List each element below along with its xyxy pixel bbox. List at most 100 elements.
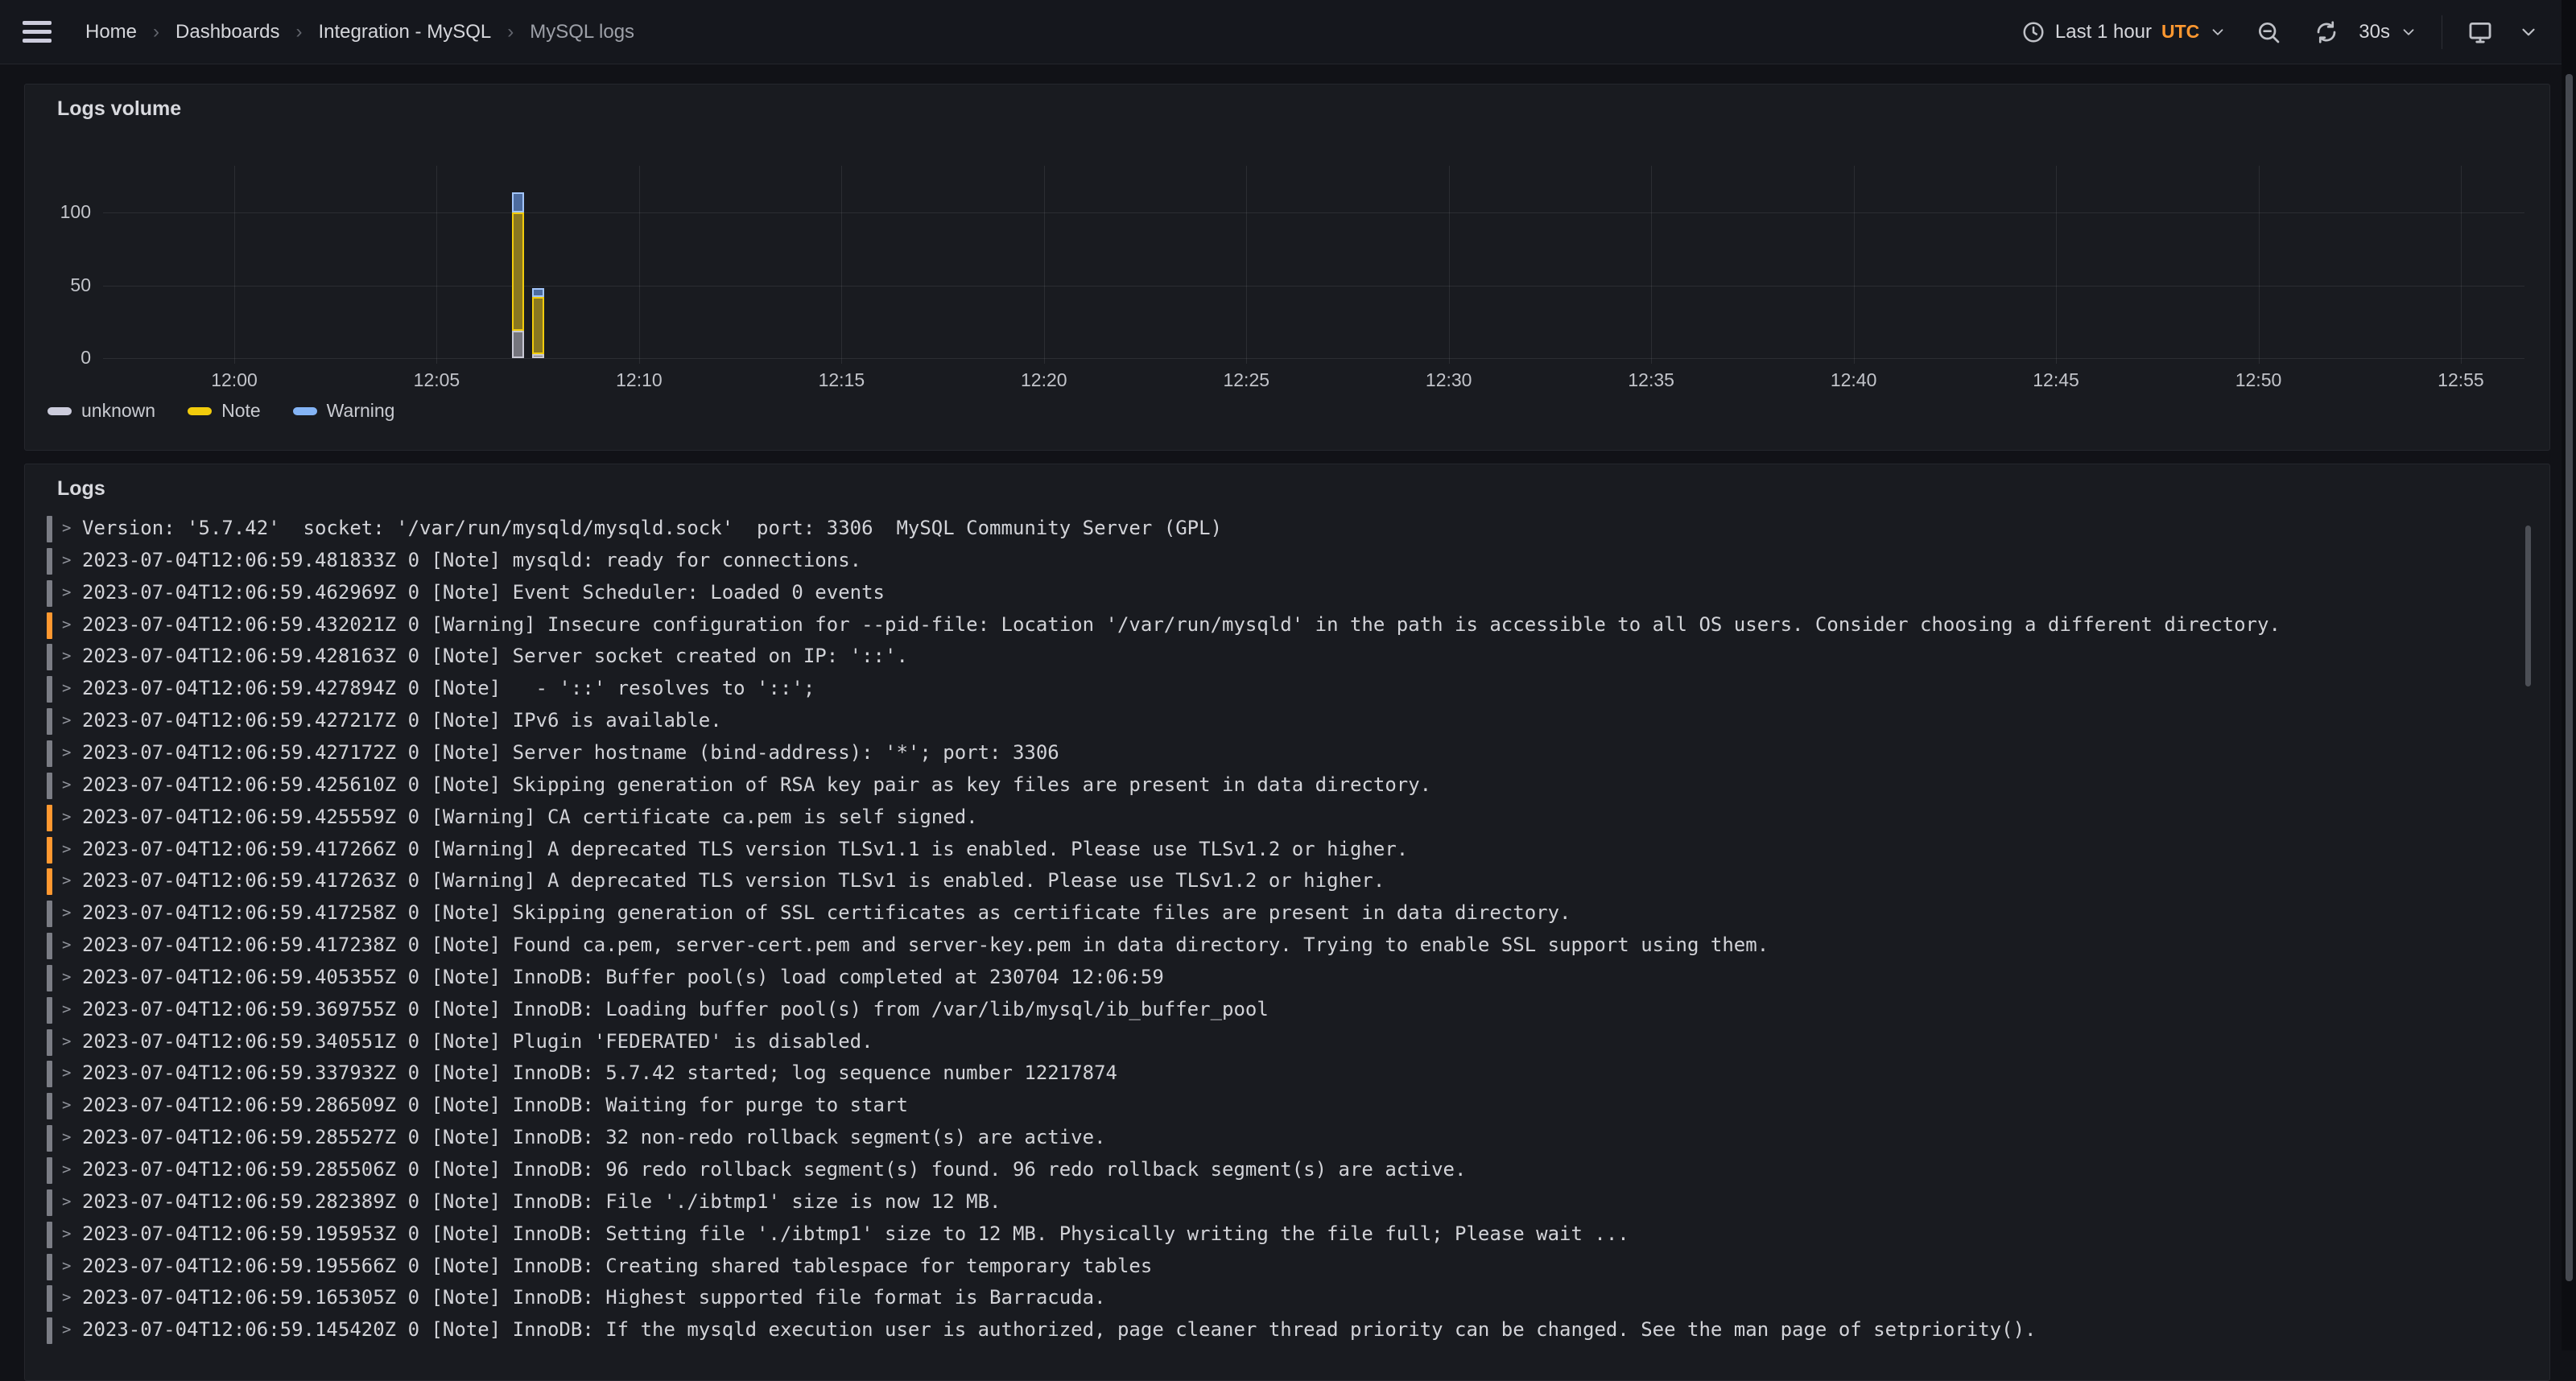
log-row[interactable]: >2023-07-04T12:06:59.285506Z 0 [Note] In… xyxy=(47,1155,2485,1187)
expand-log-chevron-icon[interactable]: > xyxy=(62,1257,71,1275)
log-row[interactable]: >2023-07-04T12:06:59.340551Z 0 [Note] Pl… xyxy=(47,1027,2485,1059)
breadcrumb-item-home[interactable]: Home xyxy=(85,21,137,43)
log-row[interactable]: >2023-07-04T12:06:59.427894Z 0 [Note] - … xyxy=(47,674,2485,706)
log-row[interactable]: >2023-07-04T12:06:59.481833Z 0 [Note] my… xyxy=(47,546,2485,578)
log-row[interactable]: >2023-07-04T12:06:59.369755Z 0 [Note] In… xyxy=(47,995,2485,1027)
breadcrumb: Home›Dashboards›Integration - MySQL›MySQ… xyxy=(85,21,634,43)
page-scrollbar-thumb[interactable] xyxy=(2566,74,2573,1281)
legend-item-unknown[interactable]: unknown xyxy=(47,400,155,422)
legend-color-pill xyxy=(293,407,317,415)
expand-log-chevron-icon[interactable]: > xyxy=(62,679,71,697)
expand-log-chevron-icon[interactable]: > xyxy=(62,776,71,794)
expand-log-chevron-icon[interactable]: > xyxy=(62,551,71,569)
log-row[interactable]: >2023-07-04T12:06:59.417238Z 0 [Note] Fo… xyxy=(47,930,2485,963)
log-row[interactable]: >2023-07-04T12:06:59.195953Z 0 [Note] In… xyxy=(47,1219,2485,1251)
expand-log-chevron-icon[interactable]: > xyxy=(62,1000,71,1018)
log-line-text: 2023-07-04T12:06:59.427172Z 0 [Note] Ser… xyxy=(82,741,1059,764)
grid-vline xyxy=(2259,166,2260,364)
log-line-text: 2023-07-04T12:06:59.282389Z 0 [Note] Inn… xyxy=(82,1190,1001,1213)
time-range-picker[interactable]: Last 1 hour UTC xyxy=(2021,20,2227,44)
menu-bar xyxy=(23,21,52,25)
log-row[interactable]: >2023-07-04T12:06:59.427217Z 0 [Note] IP… xyxy=(47,706,2485,738)
log-row[interactable]: >2023-07-04T12:06:59.428163Z 0 [Note] Se… xyxy=(47,641,2485,674)
refresh-interval-dropdown[interactable]: 30s xyxy=(2359,21,2417,43)
log-level-stripe-warning xyxy=(47,837,52,864)
log-row[interactable]: >2023-07-04T12:06:59.425610Z 0 [Note] Sk… xyxy=(47,770,2485,802)
breadcrumb-item-dashboards[interactable]: Dashboards xyxy=(175,21,279,43)
menu-icon[interactable] xyxy=(23,18,52,47)
log-line-text: 2023-07-04T12:06:59.462969Z 0 [Note] Eve… xyxy=(82,581,885,604)
panel-title[interactable]: Logs xyxy=(57,477,105,501)
expand-log-chevron-icon[interactable]: > xyxy=(62,872,71,889)
chevron-down-icon xyxy=(2209,23,2227,41)
log-level-stripe-note xyxy=(47,1061,52,1087)
breadcrumb-item-integration-mysql[interactable]: Integration - MySQL xyxy=(318,21,491,43)
expand-log-chevron-icon[interactable]: > xyxy=(62,968,71,986)
log-level-stripe-note xyxy=(47,965,52,991)
page-scrollbar-track xyxy=(2562,0,2576,1350)
log-row[interactable]: >2023-07-04T12:06:59.165305Z 0 [Note] In… xyxy=(47,1283,2485,1315)
log-row[interactable]: >2023-07-04T12:06:59.417258Z 0 [Note] Sk… xyxy=(47,898,2485,930)
expand-log-chevron-icon[interactable]: > xyxy=(62,1225,71,1243)
log-level-stripe-note xyxy=(47,548,52,575)
expand-log-chevron-icon[interactable]: > xyxy=(62,936,71,954)
expand-log-chevron-icon[interactable]: > xyxy=(62,840,71,858)
logs-volume-plot[interactable]: 05010012:0012:0512:1012:1512:2012:2512:3… xyxy=(25,85,2549,450)
nav-left: Home›Dashboards›Integration - MySQL›MySQ… xyxy=(23,18,634,47)
expand-log-chevron-icon[interactable]: > xyxy=(62,1160,71,1178)
expand-log-chevron-icon[interactable]: > xyxy=(62,744,71,761)
expand-log-chevron-icon[interactable]: > xyxy=(62,808,71,826)
expand-log-chevron-icon[interactable]: > xyxy=(62,1193,71,1210)
log-row[interactable]: >2023-07-04T12:06:59.195566Z 0 [Note] In… xyxy=(47,1251,2485,1284)
grafana-dashboard: Home›Dashboards›Integration - MySQL›MySQ… xyxy=(0,0,2576,1350)
zoom-out-icon[interactable] xyxy=(2256,19,2281,45)
breadcrumb-separator: › xyxy=(153,21,159,43)
log-row[interactable]: >2023-07-04T12:06:59.145420Z 0 [Note] In… xyxy=(47,1315,2485,1347)
grid-hline xyxy=(103,212,2524,213)
x-axis-label: 12:05 xyxy=(392,369,481,391)
expand-log-chevron-icon[interactable]: > xyxy=(62,519,71,537)
expand-log-chevron-icon[interactable]: > xyxy=(62,583,71,601)
expand-log-chevron-icon[interactable]: > xyxy=(62,711,71,729)
log-line-text: 2023-07-04T12:06:59.286509Z 0 [Note] Inn… xyxy=(82,1094,908,1116)
expand-log-chevron-icon[interactable]: > xyxy=(62,1064,71,1082)
log-level-stripe-note xyxy=(47,1222,52,1248)
breadcrumb-item-mysql-logs: MySQL logs xyxy=(530,21,634,43)
log-row[interactable]: >2023-07-04T12:06:59.417263Z 0 [Warning]… xyxy=(47,866,2485,898)
log-line-text: 2023-07-04T12:06:59.432021Z 0 [Warning] … xyxy=(82,613,2281,636)
legend-item-warning[interactable]: Warning xyxy=(293,400,395,422)
log-row[interactable]: >2023-07-04T12:06:59.286509Z 0 [Note] In… xyxy=(47,1090,2485,1123)
log-row[interactable]: >2023-07-04T12:06:59.427172Z 0 [Note] Se… xyxy=(47,738,2485,770)
log-line-text: 2023-07-04T12:06:59.417258Z 0 [Note] Ski… xyxy=(82,901,1571,924)
log-line-text: 2023-07-04T12:06:59.425610Z 0 [Note] Ski… xyxy=(82,773,1431,796)
expand-log-chevron-icon[interactable]: > xyxy=(62,1033,71,1050)
expand-log-chevron-icon[interactable]: > xyxy=(62,1288,71,1306)
expand-log-chevron-icon[interactable]: > xyxy=(62,1096,71,1114)
log-row[interactable]: >2023-07-04T12:06:59.337932Z 0 [Note] In… xyxy=(47,1058,2485,1090)
log-line-text: 2023-07-04T12:06:59.340551Z 0 [Note] Plu… xyxy=(82,1030,873,1053)
logs-scrollbar-thumb[interactable] xyxy=(2525,526,2531,686)
log-row[interactable]: >Version: '5.7.42' socket: '/var/run/mys… xyxy=(47,513,2485,546)
x-axis-label: 12:00 xyxy=(190,369,279,391)
log-row[interactable]: >2023-07-04T12:06:59.405355Z 0 [Note] In… xyxy=(47,963,2485,995)
chevron-down-icon[interactable] xyxy=(2518,22,2539,43)
expand-log-chevron-icon[interactable]: > xyxy=(62,1128,71,1146)
expand-log-chevron-icon[interactable]: > xyxy=(62,616,71,633)
legend-item-note[interactable]: Note xyxy=(188,400,261,422)
refresh-icon[interactable] xyxy=(2314,19,2339,45)
expand-log-chevron-icon[interactable]: > xyxy=(62,904,71,921)
log-row[interactable]: >2023-07-04T12:06:59.432021Z 0 [Warning]… xyxy=(47,610,2485,642)
monitor-icon[interactable] xyxy=(2467,19,2494,46)
log-row[interactable]: >2023-07-04T12:06:59.462969Z 0 [Note] Ev… xyxy=(47,578,2485,610)
log-line-text: 2023-07-04T12:06:59.417266Z 0 [Warning] … xyxy=(82,838,1408,860)
grid-vline xyxy=(436,166,437,364)
log-row[interactable]: >2023-07-04T12:06:59.285527Z 0 [Note] In… xyxy=(47,1123,2485,1155)
log-row[interactable]: >2023-07-04T12:06:59.282389Z 0 [Note] In… xyxy=(47,1187,2485,1219)
expand-log-chevron-icon[interactable]: > xyxy=(62,647,71,665)
log-row[interactable]: >2023-07-04T12:06:59.425559Z 0 [Warning]… xyxy=(47,802,2485,835)
log-row[interactable]: >2023-07-04T12:06:59.417266Z 0 [Warning]… xyxy=(47,835,2485,867)
expand-log-chevron-icon[interactable]: > xyxy=(62,1321,71,1338)
log-level-stripe-note xyxy=(47,1254,52,1280)
grid-vline xyxy=(639,166,640,364)
log-level-stripe-note xyxy=(47,676,52,703)
